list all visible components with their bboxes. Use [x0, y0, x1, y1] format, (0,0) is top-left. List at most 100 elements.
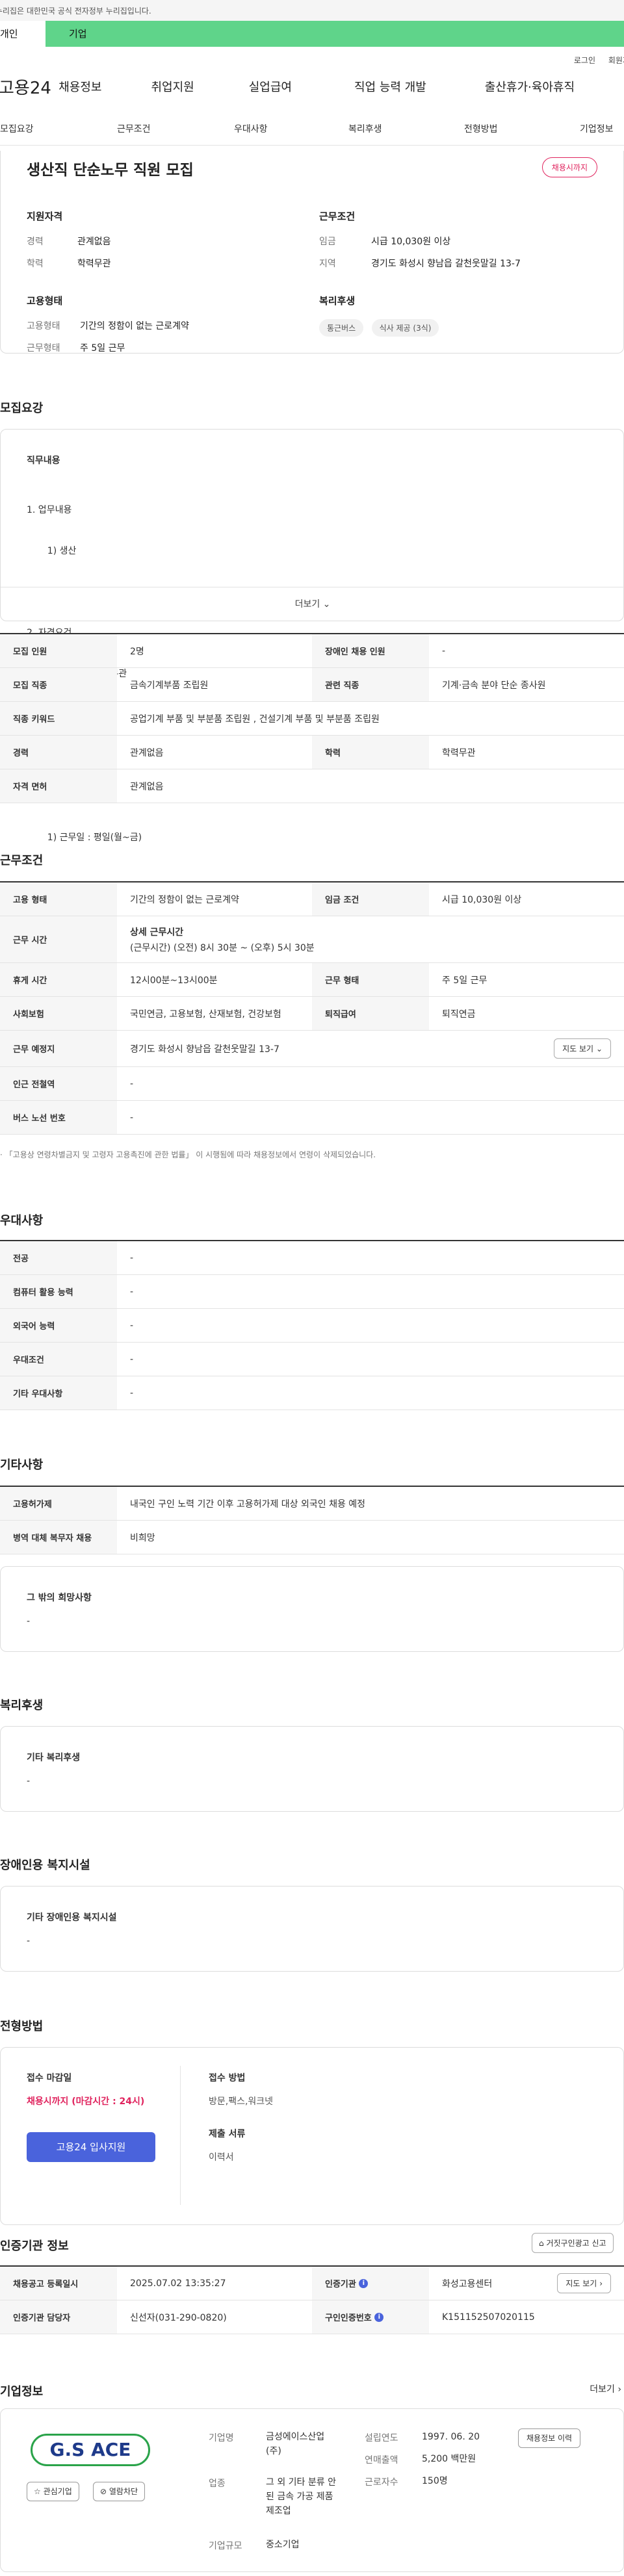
gov-banner-text: 이 누리집은 대한민국 공식 전자정부 누리집입니다. [0, 6, 151, 16]
user-type-tabs: 개인 기업 [0, 21, 624, 47]
row-header: 전공 [0, 1241, 117, 1274]
subnav-benefit[interactable]: 복리후생 [348, 122, 464, 135]
report-fake-ad-button[interactable]: ⌂ 거짓구인광고 신고 [532, 2233, 614, 2253]
row-header: 채용공고 등록일시 [0, 2267, 117, 2300]
welfare-heading: 복리후생 [319, 295, 356, 307]
report-fake-ad-label: 거짓구인광고 신고 [546, 2239, 606, 2248]
row-header: 모집 직종 [0, 668, 117, 701]
row-header: 근무 예정지 [0, 1031, 117, 1066]
table-row: 컴퓨터 활용 능력 - [0, 1275, 624, 1309]
subnav-recruit[interactable]: 모집요강 [0, 122, 117, 135]
row-header: 경력 [0, 736, 117, 769]
region-label: 지역 [319, 259, 336, 269]
row-value: 공업기계 부품 및 부분품 조립원 , 건설기계 부품 및 부분품 조립원 [130, 714, 380, 725]
row-value: 2025.07.02 13:35:27 [130, 2278, 226, 2289]
more-label: 더보기 [294, 599, 320, 610]
docs-label: 제출 서류 [209, 2129, 246, 2139]
qualification-heading: 지원자격 [27, 211, 63, 222]
util-links: 로그인 회원가입 [0, 47, 624, 64]
row-header: 병역 대체 복무자 채용 [0, 1521, 117, 1554]
nav-unemployment-benefit[interactable]: 실업급여 [249, 78, 292, 95]
work-type-label: 근무형태 [27, 343, 60, 354]
subnav-pref[interactable]: 우대사항 [234, 122, 348, 135]
nav-parental-leave[interactable]: 출산휴가·육아휴직 [485, 78, 575, 95]
revenue-value: 5,200 백만원 [422, 2454, 476, 2464]
row-header: 컴퓨터 활용 능력 [0, 1275, 117, 1308]
employees-value: 150명 [422, 2476, 448, 2486]
subnav-work[interactable]: 근무조건 [117, 122, 234, 135]
founded-label: 설립연도 [365, 2433, 398, 2443]
desc-line: 1. 업무내용 [27, 505, 72, 515]
row-header: 구인인증번호 i [312, 2300, 429, 2334]
row-value: 신선자(031-290-0820) [130, 2312, 227, 2323]
row-value: 퇴직연금 [442, 1009, 476, 1020]
more-button[interactable]: 더보기 ⌄ [1, 587, 624, 621]
section-title-pref: 우대사항 [0, 1214, 44, 1228]
subnav-apply[interactable]: 전형방법 [464, 122, 580, 135]
nav-job-info[interactable]: 채용정보 [58, 78, 101, 95]
founded-value: 1997. 06. 20 [422, 2432, 480, 2442]
company-more-link[interactable]: 더보기 › [590, 2382, 621, 2395]
row-header: 고용허가제 [0, 1487, 117, 1520]
row-value: 관계없음 [130, 747, 164, 758]
row-value: 주 5일 근무 [442, 975, 488, 986]
map-button[interactable]: 지도 보기 ⌄ [554, 1038, 611, 1059]
block-view-button[interactable]: ⊘ 열람차단 [93, 2482, 146, 2501]
row-header: 외국어 능력 [0, 1309, 117, 1342]
row-value: 학력무관 [442, 747, 476, 758]
row-value: 국민연금, 고용보험, 산재보험, 건강보험 [130, 1009, 281, 1020]
edu-value: 학력무관 [77, 259, 111, 269]
info-icon: · [0, 1150, 3, 1159]
row-header: 장애인 채용 인원 [312, 634, 429, 667]
row-header-label: 구인인증번호 [325, 2313, 372, 2323]
interest-company-button[interactable]: ☆ 관심기업 [27, 2482, 79, 2501]
row-value: - [130, 1320, 134, 1331]
section-title-recruit: 모집요강 [0, 402, 44, 415]
table-row: 고용 형태 기간의 정함이 없는 근로계약 임금 조건 시급 10,030원 이… [0, 882, 624, 916]
section-title-apply: 전형방법 [0, 2020, 44, 2033]
tab-person[interactable]: 개인 [0, 21, 46, 47]
company-name-value: 금성에이스산업(주) [266, 2432, 325, 2456]
hours-heading: 상세 근무시간 [130, 927, 184, 938]
row-value: 화성고용센터 지도 보기 › [429, 2267, 624, 2300]
divider [180, 2066, 181, 2205]
signup-link[interactable]: 회원가입 [608, 56, 624, 64]
job-description-title: 직무내용 [27, 456, 60, 466]
row-header: 기타 우대사항 [0, 1376, 117, 1410]
company-size-value: 중소기업 [266, 2540, 300, 2550]
row-header: 퇴직급여 [312, 997, 429, 1030]
employees-label: 근로자수 [365, 2477, 398, 2488]
company-more-label: 더보기 [590, 2384, 615, 2395]
welfare-chip: 식사 제공 (3식) [371, 319, 439, 337]
login-link[interactable]: 로그인 [574, 56, 595, 64]
site-logo[interactable]: 고용24 [0, 75, 58, 99]
cert-map-button[interactable]: 지도 보기 › [557, 2273, 611, 2293]
desc-line: 1) 근무일 : 평일(월~금) [36, 832, 142, 843]
row-header-label: 인증기관 [325, 2280, 356, 2289]
wage-value: 시급 10,030원 이상 [371, 237, 451, 247]
subnav-company[interactable]: 기업정보 [580, 122, 614, 135]
company-name-label: 기업명 [209, 2433, 234, 2443]
section-title-work: 근무조건 [0, 854, 44, 868]
row-value: 기간의 정함이 없는 근로계약 [130, 894, 239, 905]
table-row: 직종 키워드 공업기계 부품 및 부분품 조립원 , 건설기계 부품 및 부분품… [0, 702, 624, 736]
info-icon[interactable]: i [359, 2278, 369, 2288]
info-icon[interactable]: i [374, 2312, 384, 2322]
nav-employment-support[interactable]: 취업지원 [151, 78, 194, 95]
section-title-disability: 장애인용 복지시설 [0, 1859, 90, 1872]
row-value: 내국인 구인 노력 기간 이후 고용허가제 대상 외국인 채용 예정 [130, 1499, 366, 1510]
job-history-label: 채용정보 이력 [526, 2434, 573, 2443]
table-row: 모집 직종 금속기계부품 조립원 관련 직종 기계·금속 분야 단순 종사원 [0, 668, 624, 702]
disability-box-value: - [27, 1936, 31, 1946]
section-title-cert: 인증기관 정보 [0, 2239, 69, 2253]
cert-table: 채용공고 등록일시 2025.07.02 13:35:27 인증기관 i 화성고… [0, 2265, 624, 2334]
company-logo: G.S ACE [31, 2434, 150, 2466]
docs-value: 이력서 [209, 2152, 234, 2163]
recruit-table: 모집 인원 2명 장애인 채용 인원 - 모집 직종 금속기계부품 조립원 관련… [0, 633, 624, 803]
apply-button[interactable]: 고용24 입사지원 [27, 2132, 155, 2162]
pref-table: 전공 - 컴퓨터 활용 능력 - 외국어 능력 - 우대조건 - 기타 우대사항 - [0, 1240, 624, 1410]
nav-vocational-training[interactable]: 직업 능력 개발 [354, 78, 426, 95]
job-history-button[interactable]: 채용정보 이력 [518, 2428, 581, 2448]
tab-company[interactable]: 기업 [46, 21, 624, 47]
row-value: 금속기계부품 조립원 [130, 680, 209, 691]
